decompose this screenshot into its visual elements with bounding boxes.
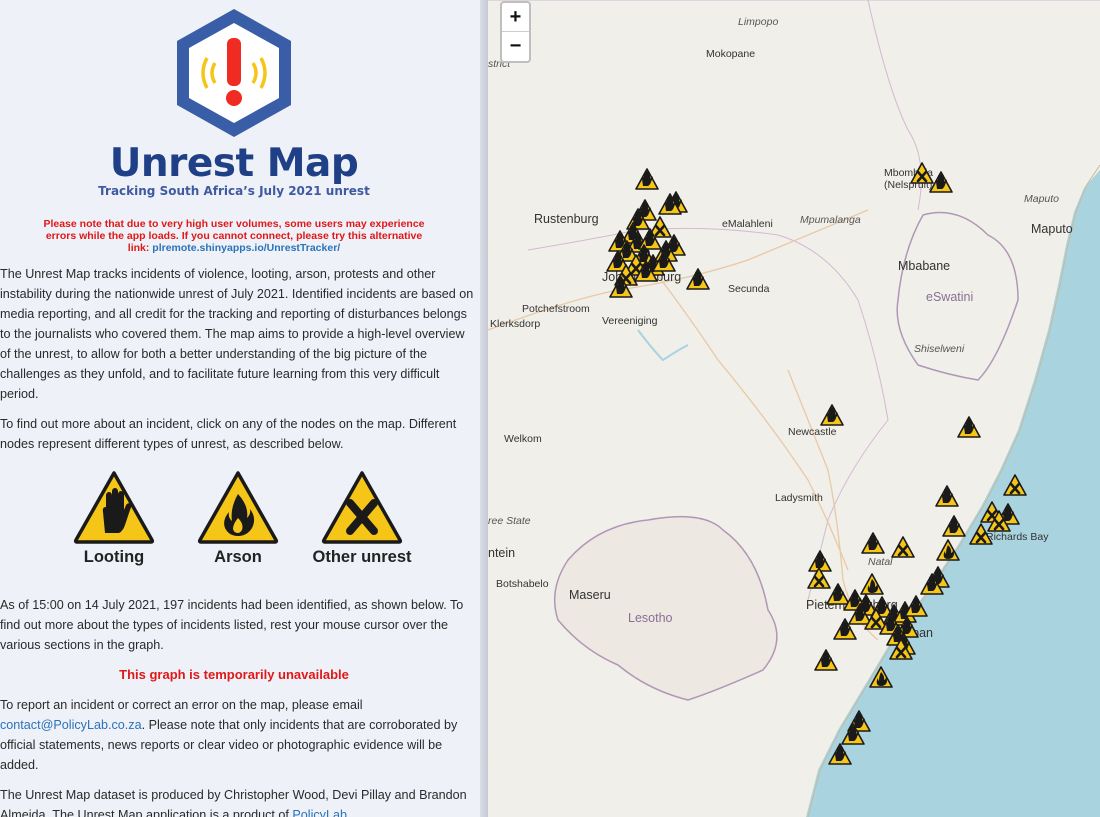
legend: Looting Arson Other unrest — [68, 470, 428, 580]
looting-marker[interactable] — [957, 416, 981, 438]
legend-other-unrest: Other unrest — [312, 470, 412, 567]
load-warning-notice: Please note that due to very high user v… — [40, 218, 428, 254]
alternative-link[interactable]: plremote.shinyapps.io/UnrestTracker/ — [152, 242, 340, 254]
looting-marker[interactable] — [814, 649, 838, 671]
zoom-out-button[interactable]: − — [502, 32, 529, 61]
intro-paragraph: The Unrest Map tracks incidents of viole… — [0, 267, 474, 401]
panel-divider[interactable] — [480, 0, 488, 817]
flame-icon — [197, 471, 279, 544]
zoom-in-button[interactable]: + — [502, 3, 529, 32]
looting-marker[interactable] — [935, 485, 959, 507]
arson-marker[interactable] — [936, 539, 960, 561]
legend-arson-label: Arson — [214, 548, 262, 566]
looting-marker[interactable] — [861, 532, 885, 554]
nodes-paragraph: To find out more about an incident, clic… — [0, 417, 457, 451]
other-unrest-marker[interactable] — [1003, 474, 1027, 496]
other-unrest-marker[interactable] — [891, 536, 915, 558]
looting-marker[interactable] — [635, 168, 659, 190]
arson-marker[interactable] — [860, 573, 884, 595]
x-icon — [321, 471, 403, 544]
other-unrest-marker[interactable] — [910, 162, 934, 184]
report-text: To report an incident or correct an erro… — [0, 698, 363, 712]
looting-marker[interactable] — [686, 268, 710, 290]
graph-unavailable-message: This graph is temporarily unavailable — [119, 667, 349, 682]
stats-paragraph: As of 15:00 on 14 July 2021, 197 inciden… — [0, 598, 464, 652]
legend-other-unrest-label: Other unrest — [312, 548, 412, 566]
hand-icon — [73, 471, 155, 544]
legend-arson: Arson — [192, 470, 284, 567]
looting-marker[interactable] — [904, 595, 928, 617]
looting-marker[interactable] — [828, 743, 852, 765]
looting-marker[interactable] — [942, 515, 966, 537]
sidebar: Unrest Map Tracking South Africa’s July … — [0, 0, 480, 817]
credits-paragraph: The Unrest Map dataset is produced by Ch… — [0, 785, 476, 817]
looting-marker[interactable] — [820, 404, 844, 426]
report-paragraph: To report an incident or correct an erro… — [0, 695, 476, 775]
arson-marker[interactable] — [869, 666, 893, 688]
incident-markers — [606, 162, 1027, 765]
credits-text: The Unrest Map dataset is produced by Ch… — [0, 788, 467, 817]
policylab-link[interactable]: PolicyLab — [292, 808, 347, 817]
map-view[interactable]: Limpopo Mokopane strict Mbombela (Nelspr… — [488, 0, 1100, 817]
app-logo — [177, 9, 291, 137]
looting-marker[interactable] — [808, 550, 832, 572]
other-unrest-marker[interactable] — [969, 523, 993, 545]
app-title: Unrest Map — [109, 141, 359, 186]
app-subtitle: Tracking South Africa’s July 2021 unrest — [98, 184, 370, 198]
legend-looting: Looting — [68, 470, 160, 567]
legend-looting-label: Looting — [83, 548, 145, 566]
zoom-control: + − — [500, 1, 531, 63]
contact-email-link[interactable]: contact@PolicyLab.co.za — [0, 718, 142, 732]
